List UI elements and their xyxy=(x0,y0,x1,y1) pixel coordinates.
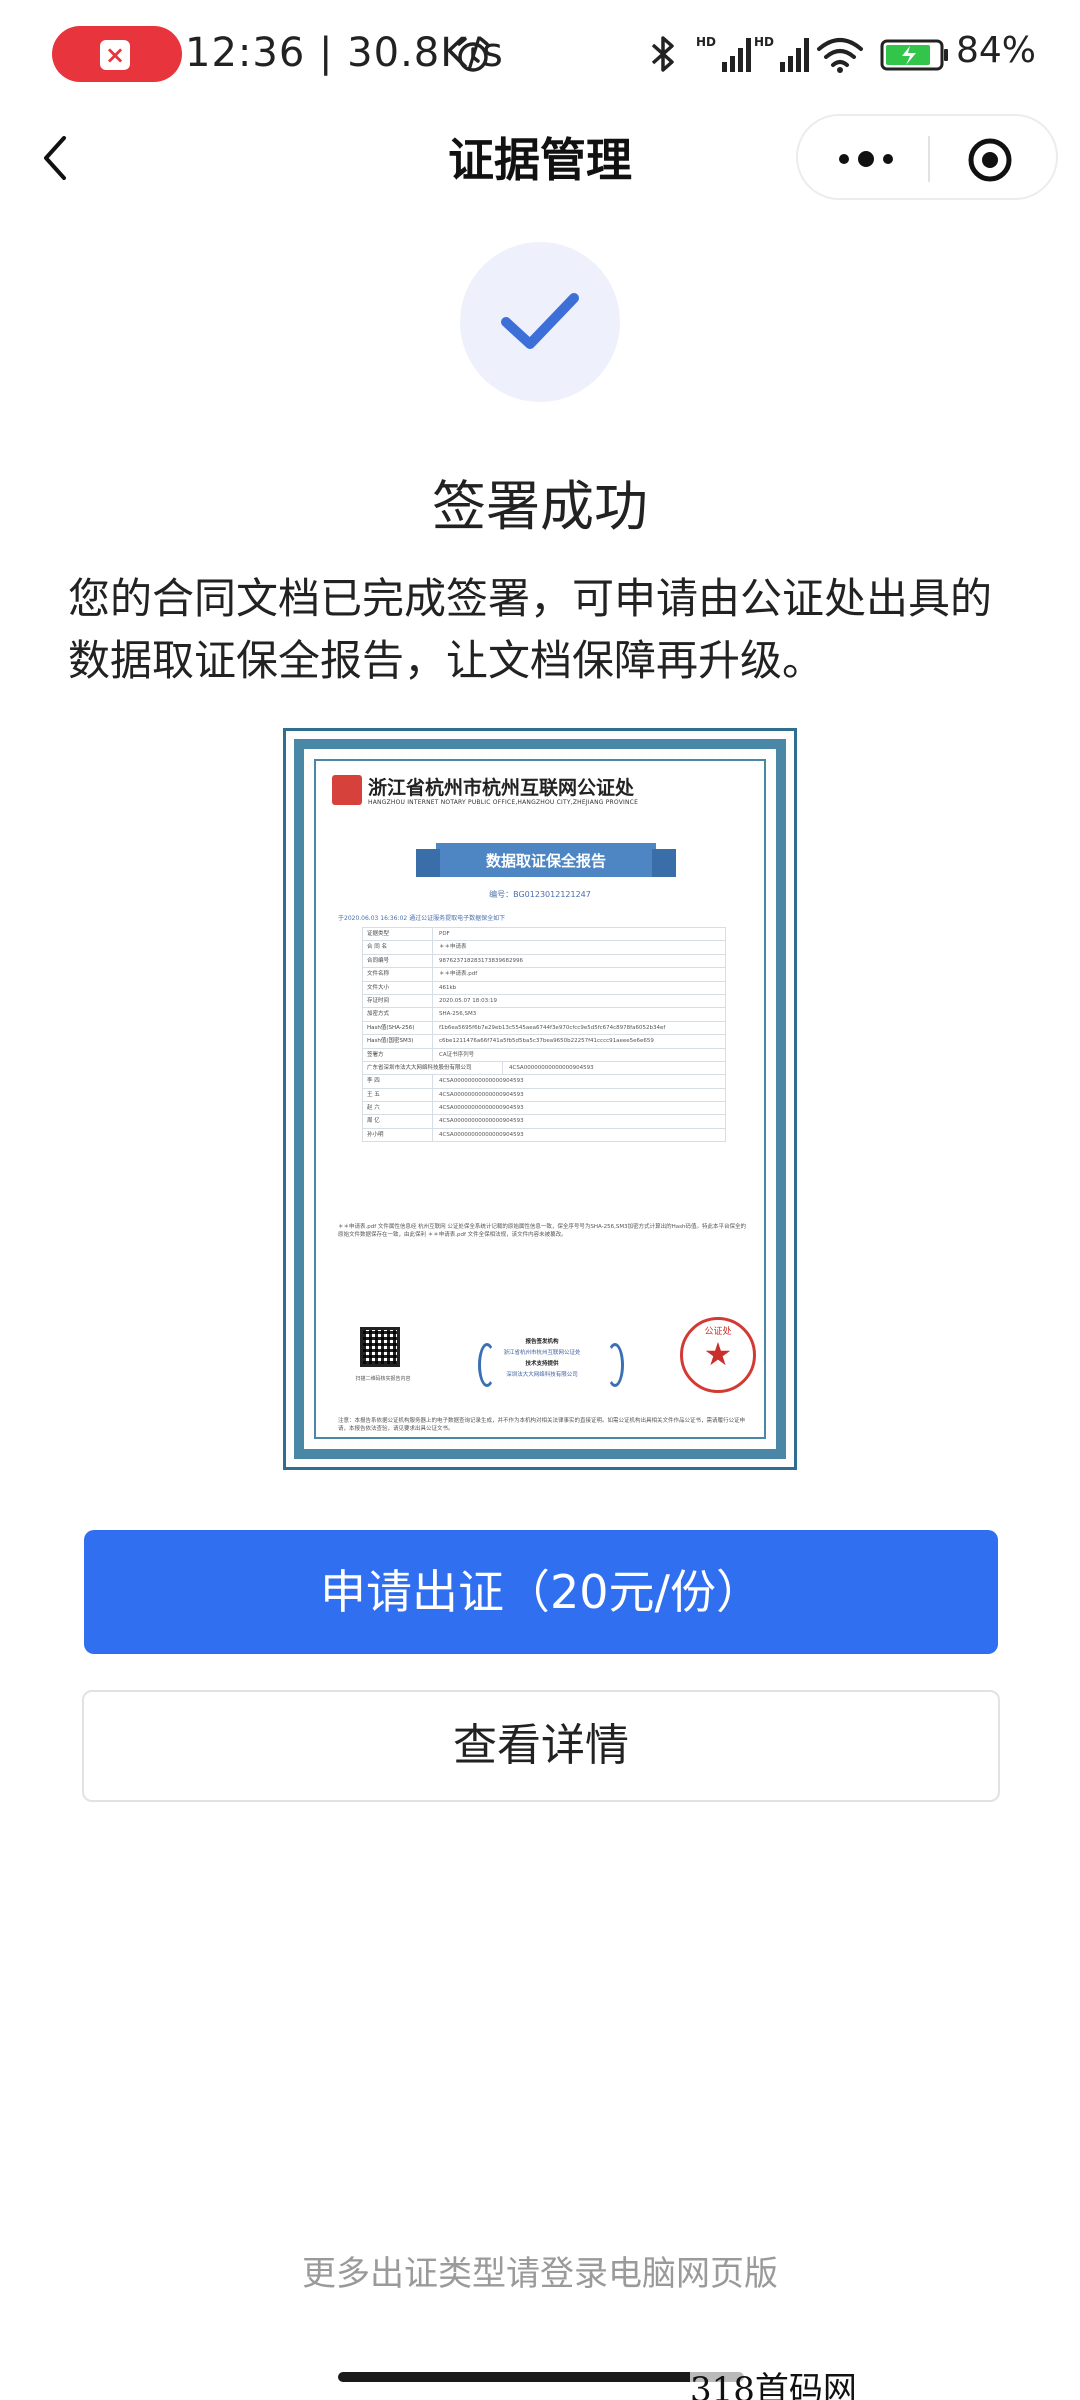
table-row: 签署方 CA证书序列号 xyxy=(363,1048,725,1062)
certificate-notes: 注意：本报告系依据公证机构服务器上的电子数据查询记录生成，并不作为本机构对相关法… xyxy=(338,1418,746,1432)
screen-record-pill[interactable]: × xyxy=(52,26,182,82)
certificate-preview[interactable]: 浙江省杭州市杭州互联网公证处 HANGZHOU INTERNET NOTARY … xyxy=(283,728,797,1470)
certificate-org-en: HANGZHOU INTERNET NOTARY PUBLIC OFFICE,H… xyxy=(368,799,639,806)
table-row: 赵 六 4CSA00000000000000904593 xyxy=(363,1102,725,1116)
status-bar: × 12:36 | 30.8K/s HD HD 84% xyxy=(0,0,1080,110)
success-description: 您的合同文档已完成签署，可申请由公证处出具的数据取证保全报告，让文档保障再升级。 xyxy=(68,574,993,685)
more-icon[interactable] xyxy=(834,144,898,174)
notary-logo-icon xyxy=(332,775,362,805)
table-row: 孙小明 4CSA00000000000000904593 xyxy=(363,1128,725,1143)
close-icon: × xyxy=(100,40,130,70)
target-icon[interactable] xyxy=(966,136,1014,184)
battery-icon xyxy=(880,39,948,71)
table-row: 周 亿 4CSA00000000000000904593 xyxy=(363,1115,725,1129)
signal-hd-label: HD xyxy=(696,35,716,49)
mini-program-capsule xyxy=(796,114,1058,200)
table-row: 王 五 4CSA00000000000000904593 xyxy=(363,1088,725,1103)
laurel-right-icon xyxy=(606,1343,624,1387)
table-row: 合同编号 987623718283173839682996 xyxy=(363,954,725,969)
table-row: 文件名称 ＊＊申请表.pdf xyxy=(363,968,725,982)
certificate-issuer: 报告签发机构 浙江省杭州市杭州互联网公证处 技术支持提供 深圳法大大网络科技有限… xyxy=(503,1339,581,1378)
signal-icon: HD xyxy=(696,35,751,72)
checkmark-icon xyxy=(501,293,579,349)
certificate-statement: ＊＊申请表.pdf 文件属性信息经 杭州互联网 公证处保全系统计记载的原始属性信… xyxy=(338,1224,747,1238)
table-row: 文件大小 461kb xyxy=(363,981,725,995)
qr-caption: 扫描二维码核实报告内容 xyxy=(355,1376,411,1382)
certificate-ribbon: 数据取证保全报告 xyxy=(416,843,676,877)
success-check-badge xyxy=(460,242,620,402)
site-watermark: 318首码网 www.e318.com xyxy=(690,2362,1080,2400)
bottom-tip: 更多出证类型请登录电脑网页版 xyxy=(302,2254,778,2294)
view-details-button[interactable]: 查看详情 xyxy=(82,1690,1000,1802)
certificate-body: 浙江省杭州市杭州互联网公证处 HANGZHOU INTERNET NOTARY … xyxy=(314,759,766,1439)
certificate-org: 浙江省杭州市杭州互联网公证处 xyxy=(368,777,635,799)
alarm-icon xyxy=(457,37,489,72)
apply-certificate-button[interactable]: 申请出证（20元/份） xyxy=(84,1530,998,1654)
signal-hd-label-2: HD xyxy=(754,35,774,49)
certificate-subline: 于2020.06.03 16:36:02 通过公证服务提取电子数据保全如下 xyxy=(338,915,506,922)
qr-code-icon xyxy=(360,1327,400,1367)
notary-seal-icon: 公证处 ★ xyxy=(680,1317,756,1393)
table-row: 广东省深圳市法大大网络科技股份有限公司 4CSA00000000000000904… xyxy=(363,1061,725,1076)
table-row: 李 四 4CSA00000000000000904593 xyxy=(363,1075,725,1089)
table-row: 加密方式 SHA-256,SM3 xyxy=(363,1008,725,1022)
certificate-title: 数据取证保全报告 xyxy=(485,852,606,870)
nav-bar: 证据管理 xyxy=(0,110,1080,206)
table-row: 证据类型 PDF xyxy=(363,928,725,942)
signal-icon-2: HD xyxy=(754,35,809,72)
table-row: 存证时间 2020.05.07 18:03:19 xyxy=(363,994,725,1009)
success-title: 签署成功 xyxy=(432,475,648,538)
certificate-number: 编号：BG0123012121247 xyxy=(489,890,591,899)
table-row: Hash值(SHA-256) f1b6ea5695f6b7e29eb13c5545… xyxy=(363,1021,725,1036)
battery-percent: 84% xyxy=(956,30,1037,71)
home-indicator[interactable] xyxy=(338,2372,744,2382)
capsule-divider xyxy=(928,136,930,182)
bluetooth-icon xyxy=(651,36,674,72)
certificate-table: 证据类型 PDF 合 同 名＊＊申请表 合同编号 98762371828317383… xyxy=(362,927,726,1143)
table-row: 合 同 名＊＊申请表 xyxy=(363,941,725,955)
wifi-icon xyxy=(817,38,863,73)
table-row: Hash值(国密SM3) c6be1211476a66f741a5fb5d5ba5… xyxy=(363,1035,725,1049)
